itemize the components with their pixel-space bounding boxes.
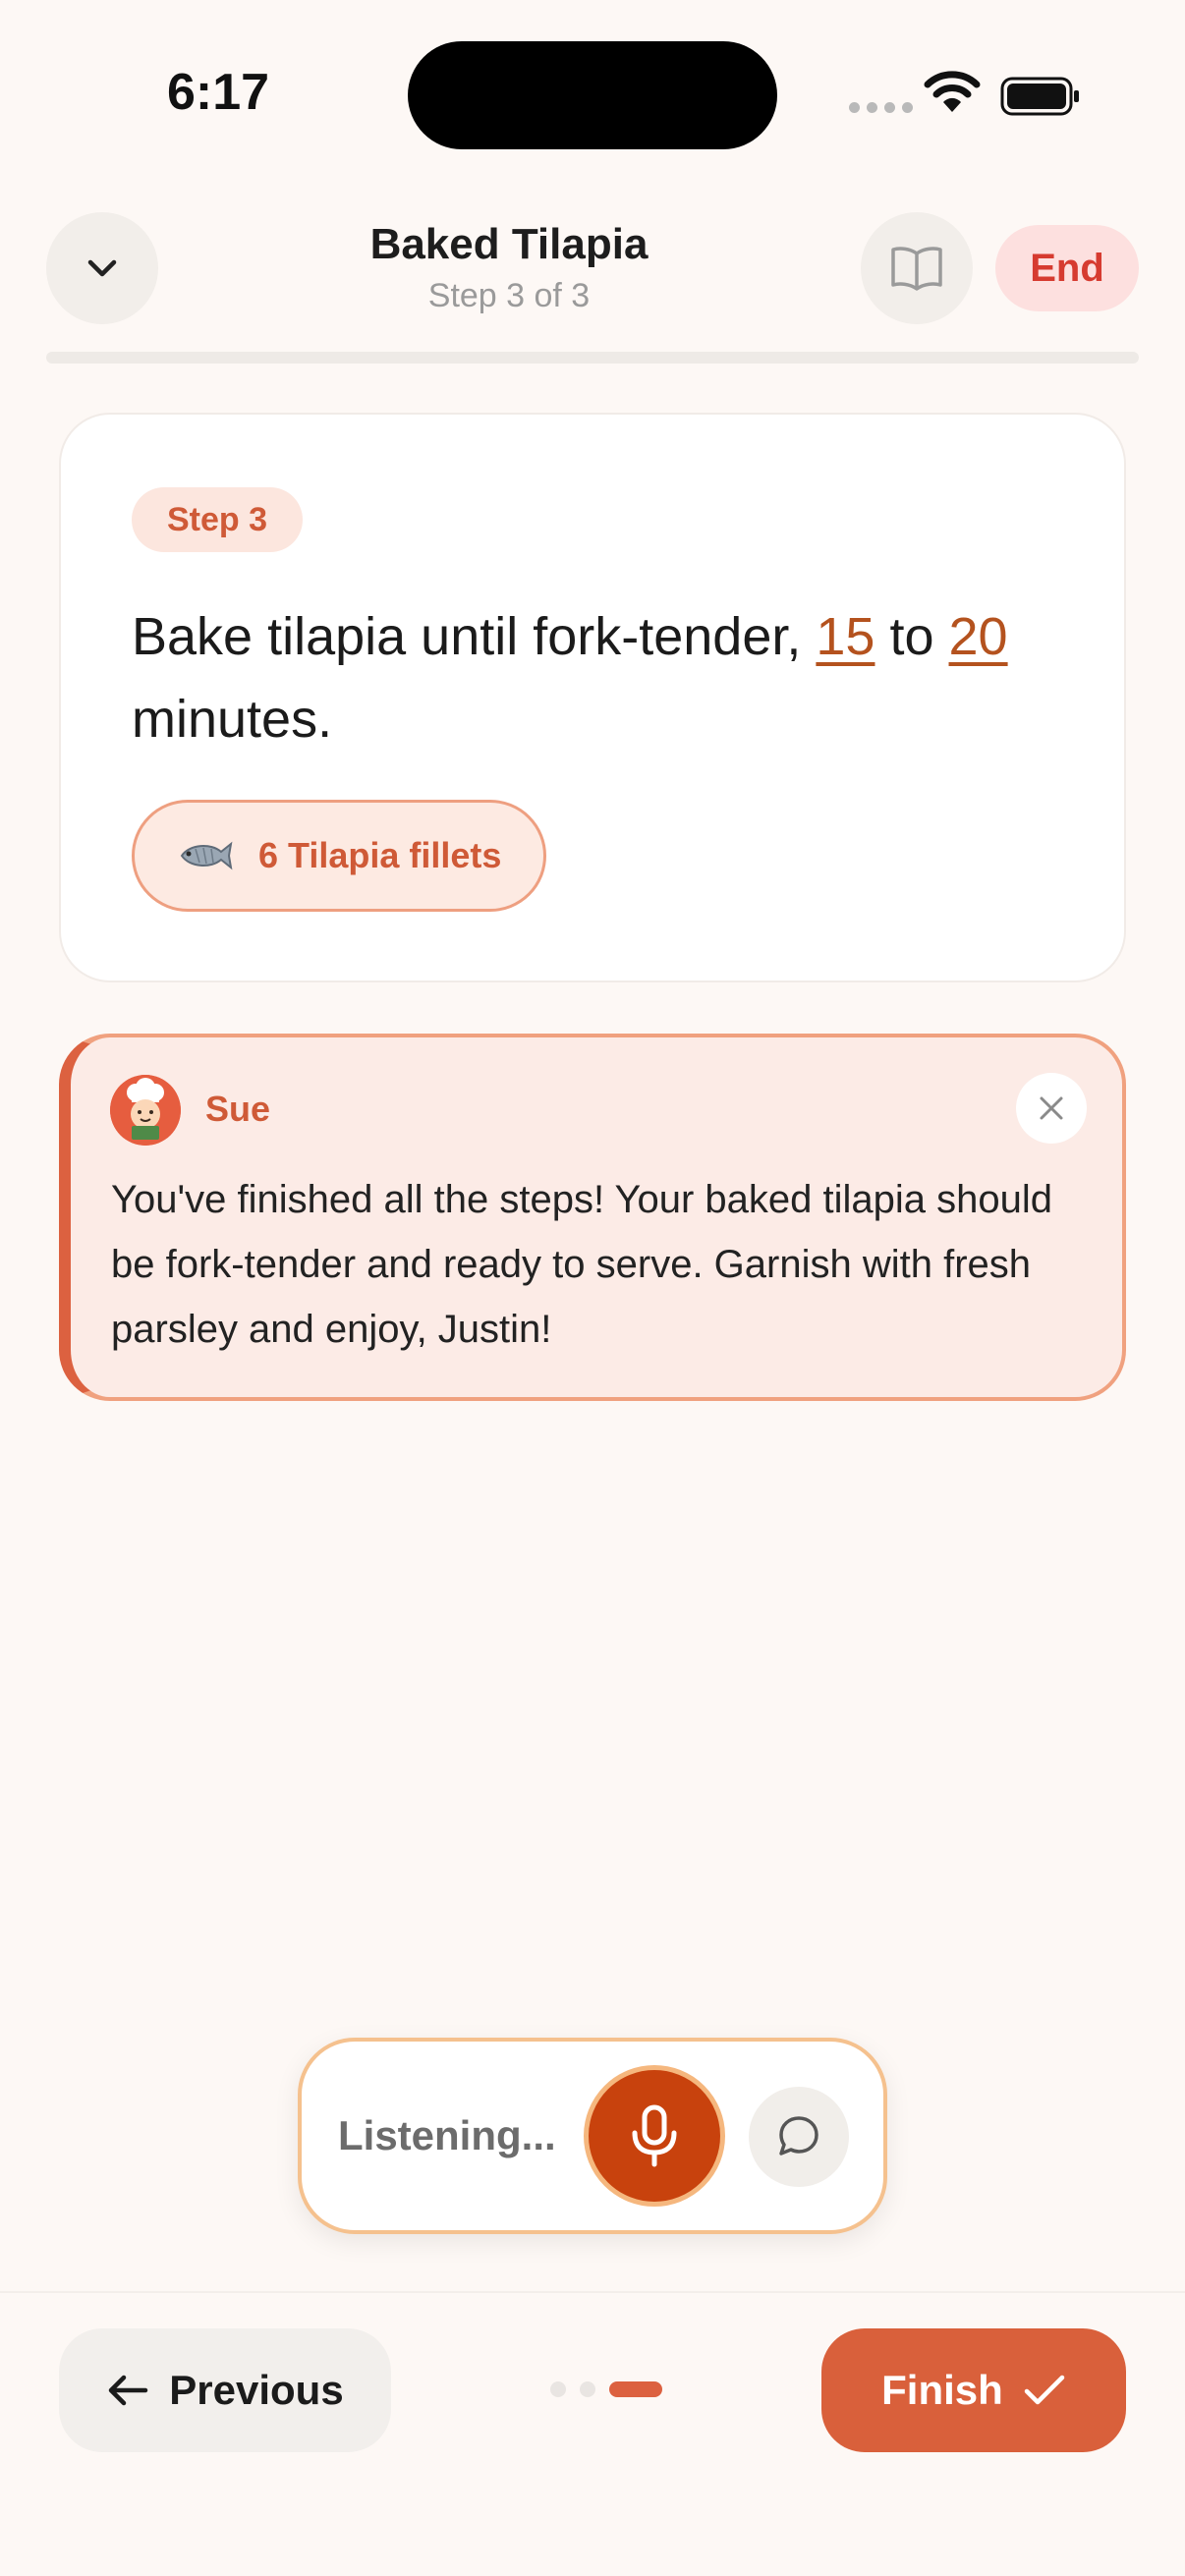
previous-label: Previous	[169, 2367, 344, 2413]
chat-button[interactable]	[749, 2087, 849, 2187]
step-badge: Step 3	[132, 487, 304, 552]
dynamic-island	[408, 41, 777, 149]
step-counter: Step 3 of 3	[427, 277, 591, 314]
collapse-button[interactable]	[46, 212, 158, 324]
microphone-button[interactable]	[584, 2065, 725, 2207]
ingredient-label: 6 Tilapia fillets	[258, 835, 502, 875]
page-dot	[580, 2381, 595, 2397]
listening-status: Listening...	[338, 2112, 556, 2158]
time-link-min[interactable]: 15	[816, 607, 875, 666]
instruction-text: to	[875, 607, 949, 666]
wifi-icon	[924, 71, 981, 112]
status-time: 6:17	[167, 64, 270, 121]
previous-button[interactable]: Previous	[59, 2328, 391, 2452]
cellular-signal-icon	[849, 102, 913, 113]
assistant-message: You've finished all the steps! Your bake…	[111, 1178, 1052, 1351]
close-icon	[1040, 1096, 1063, 1120]
microphone-icon	[632, 2104, 677, 2167]
time-link-max[interactable]: 20	[949, 607, 1008, 666]
assistant-name: Sue	[205, 1089, 271, 1129]
ingredient-chip[interactable]: 6 Tilapia fillets	[132, 800, 546, 912]
book-open-icon	[891, 247, 942, 291]
end-button[interactable]: End	[995, 225, 1139, 311]
page-indicator	[550, 2381, 662, 2397]
chat-bubble-icon	[779, 2116, 818, 2156]
recipe-title: Baked Tilapia	[369, 220, 649, 268]
checkmark-icon	[1024, 2375, 1065, 2405]
recipe-book-button[interactable]	[861, 212, 973, 324]
chevron-down-icon	[87, 259, 117, 277]
progress-bar	[46, 352, 1139, 364]
finish-button[interactable]: Finish	[821, 2328, 1126, 2452]
instruction-text: minutes.	[132, 690, 333, 749]
chef-icon	[110, 1075, 181, 1146]
arrow-left-icon	[109, 2375, 148, 2406]
page-dot-active	[609, 2381, 662, 2397]
page-dot	[550, 2381, 566, 2397]
finish-label: Finish	[881, 2367, 1003, 2413]
step-instruction: Bake tilapia until fork-tender, 15 to 20…	[132, 595, 1075, 760]
bottom-divider	[0, 2291, 1185, 2293]
chef-avatar	[110, 1075, 181, 1146]
battery-icon	[1000, 77, 1079, 116]
fish-icon	[180, 841, 233, 870]
instruction-text: Bake tilapia until fork-tender,	[132, 607, 817, 666]
dismiss-message-button[interactable]	[1016, 1073, 1087, 1144]
